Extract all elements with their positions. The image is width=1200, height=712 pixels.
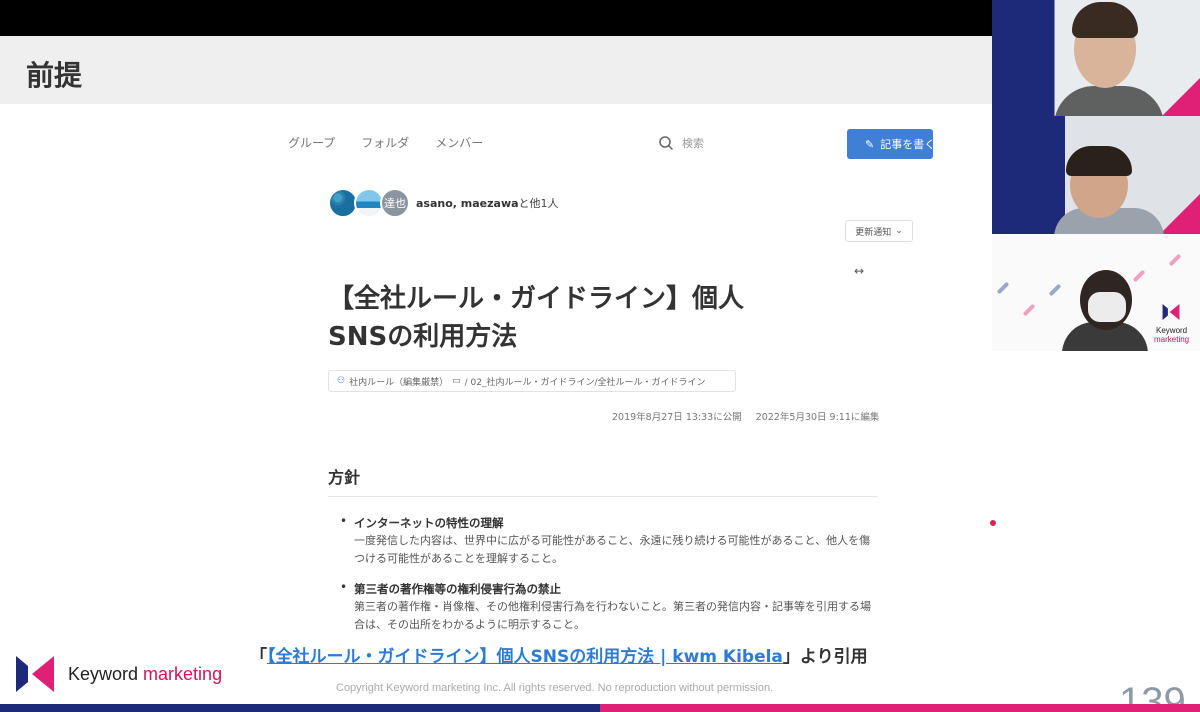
nav-member[interactable]: メンバー	[435, 134, 483, 151]
author-list: asano, maezawa	[416, 197, 519, 210]
author-suffix: と他1人	[518, 197, 559, 210]
top-black-bar	[0, 0, 992, 36]
person-hair	[1066, 146, 1132, 176]
presentation-slide: 前提 グループ フォルダ メンバー 検索 ✎ 記事を書く 達也 asano, m…	[0, 36, 1186, 712]
list-item-body: 一度発信した内容は、世界中に広がる可能性があること、永遠に残り続ける可能性がある…	[354, 534, 871, 565]
logo-mark-icon	[16, 656, 54, 692]
author-names: asano, maezawaと他1人	[416, 195, 559, 211]
search-input[interactable]: 検索	[656, 130, 832, 156]
decor-confetti	[996, 281, 1010, 295]
list-item-heading: 第三者の著作権等の権利侵害行為の禁止	[354, 582, 561, 596]
decor-confetti	[1132, 269, 1146, 283]
decor-confetti	[1048, 283, 1062, 297]
webcam-tile-2	[992, 116, 1200, 234]
kibela-nav: グループ フォルダ メンバー	[288, 134, 483, 151]
citation-suffix: 」より引用	[782, 647, 868, 667]
pencil-icon: ✎	[865, 137, 875, 151]
person-body	[1054, 86, 1164, 116]
decor-triangle	[1162, 78, 1200, 116]
expand-icon[interactable]: ↔	[854, 264, 864, 278]
bottom-brand-strip	[0, 704, 1200, 712]
decor-confetti	[1022, 303, 1036, 317]
slide-header: 前提	[0, 36, 992, 104]
avatar-label: 達也	[384, 197, 406, 210]
breadcrumb-group: 社内ルール（編集厳禁）	[349, 377, 449, 388]
citation: 「【全社ルール・ガイドライン】個人SNSの利用方法 | kwm Kibela」よ…	[250, 642, 868, 667]
citation-prefix: 「	[250, 647, 267, 667]
notify-label: 更新通知	[855, 227, 892, 238]
notify-dropdown[interactable]: 更新通知 ⌄	[845, 220, 913, 242]
article-title-line2: SNSの利用方法	[328, 322, 518, 352]
logo-word-marketing: marketing	[143, 663, 223, 684]
breadcrumb-folder: / 02_社内ルール・ガイドライン/全社ルール・ガイドライン	[464, 377, 706, 388]
decor-dot	[990, 520, 996, 526]
company-logo: Keyword marketing	[16, 656, 222, 692]
author-avatars: 達也 asano, maezawaと他1人	[328, 188, 559, 218]
nav-folder[interactable]: フォルダ	[361, 134, 409, 151]
list-item-body: 第三者の著作権・肖像権、その他権利侵害行為を行わないこと。第三者の発信内容・記事…	[354, 600, 871, 631]
logo-word-keyword: Keyword	[68, 663, 139, 684]
article-dates: 2019年8月27日 13:33に公開 2022年5月30日 9:11に編集	[612, 409, 879, 423]
section-heading: 方針	[328, 464, 878, 497]
logo-word-keyword: Keyword	[1156, 326, 1188, 335]
article-title: 【全社ルール・ガイドライン】個人 SNSの利用方法	[328, 280, 848, 356]
logo-mark-icon	[1162, 304, 1180, 320]
decor-triangle	[1160, 194, 1200, 234]
webcam-tile-1	[992, 0, 1200, 116]
person-hair	[1072, 2, 1138, 38]
published-date: 2019年8月27日 13:33に公開	[612, 412, 742, 423]
policy-list: インターネットの特性の理解 一度発信した内容は、世界中に広がる可能性があること、…	[340, 514, 880, 646]
avatar[interactable]: 達也	[380, 188, 410, 218]
logo-word-marketing: marketing	[1154, 335, 1190, 344]
citation-link[interactable]: 【全社ルール・ガイドライン】個人SNSの利用方法 | kwm Kibela	[267, 647, 783, 667]
write-button-label: 記事を書く	[880, 138, 933, 151]
screen: 前提 グループ フォルダ メンバー 検索 ✎ 記事を書く 達也 asano, m…	[0, 0, 1200, 712]
kibela-article-screenshot: グループ フォルダ メンバー 検索 ✎ 記事を書く 達也 asano, maez…	[278, 124, 938, 631]
folder-icon: ▭	[452, 376, 461, 386]
list-item-heading: インターネットの特性の理解	[354, 516, 504, 530]
group-icon: ⚇	[337, 376, 346, 386]
slide-title: 前提	[26, 59, 83, 92]
webcam-tile-3: Keyword marketing	[992, 234, 1200, 351]
search-placeholder: 検索	[682, 137, 704, 150]
nav-group[interactable]: グループ	[288, 134, 335, 151]
list-item: 第三者の著作権等の権利侵害行為の禁止 第三者の著作権・肖像権、その他権利侵害行為…	[340, 580, 880, 634]
decor-confetti	[1168, 253, 1182, 267]
breadcrumb[interactable]: ⚇ 社内ルール（編集厳禁） ▭ / 02_社内ルール・ガイドライン/全社ルール・…	[328, 370, 736, 392]
chevron-down-icon: ⌄	[895, 226, 903, 236]
edited-date: 2022年5月30日 9:11に編集	[755, 412, 880, 423]
write-article-button[interactable]: ✎ 記事を書く	[847, 129, 933, 159]
person-mask	[1088, 292, 1126, 322]
copyright-text: Copyright Keyword marketing Inc. All rig…	[336, 682, 774, 694]
logo-text: Keyword marketing	[68, 664, 222, 685]
list-item: インターネットの特性の理解 一度発信した内容は、世界中に広がる可能性があること、…	[340, 514, 880, 568]
search-icon	[659, 136, 674, 151]
article-title-line1: 【全社ルール・ガイドライン】個人	[328, 284, 745, 314]
webcam-logo-text: Keyword marketing	[1154, 326, 1189, 344]
